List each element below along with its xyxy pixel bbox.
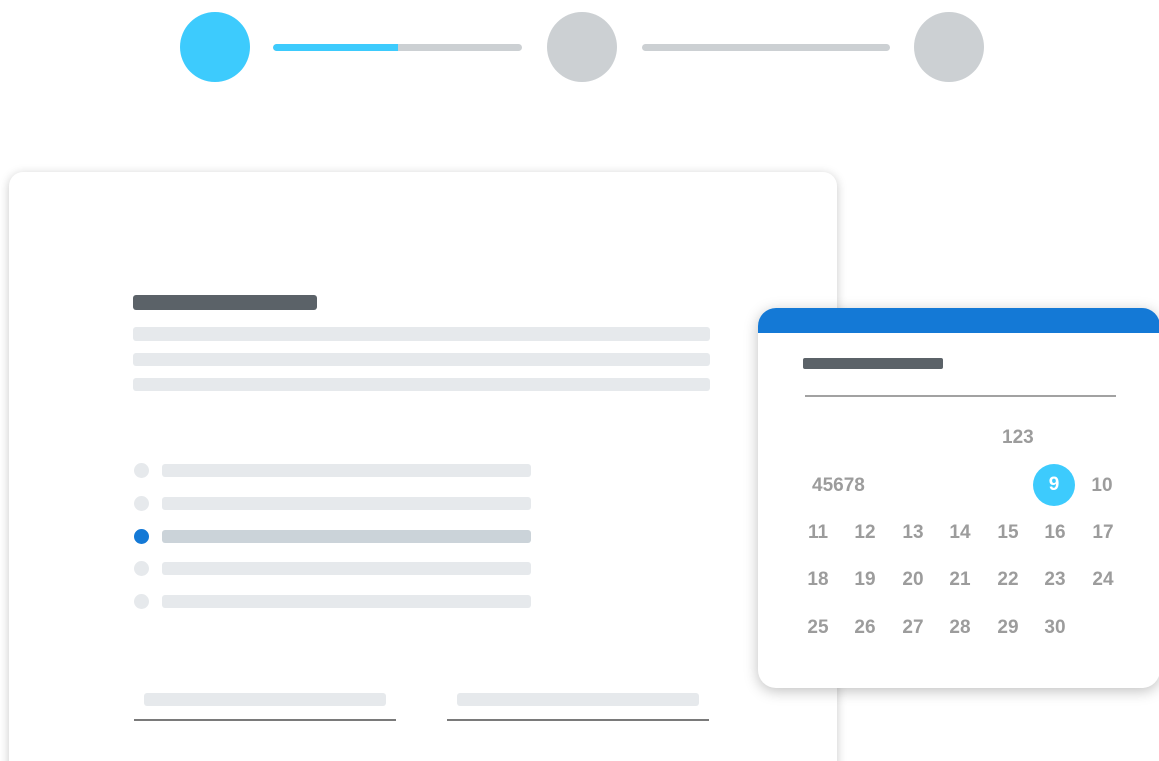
- calendar-day[interactable]: 30: [1035, 617, 1075, 639]
- calendar-day[interactable]: 28: [940, 617, 980, 639]
- form-title-placeholder: [133, 295, 317, 310]
- calendar-day[interactable]: 27: [893, 617, 933, 639]
- onboarding-illustration: 123 45678 9 10 11 12 13 14 15 16 17 18 1…: [0, 0, 1159, 761]
- input-underline: [134, 719, 396, 721]
- calendar-day[interactable]: 23: [1035, 569, 1075, 591]
- calendar-day-selected[interactable]: 9: [1033, 464, 1075, 506]
- input-placeholder: [144, 693, 386, 706]
- calendar-day[interactable]: 26: [845, 617, 885, 639]
- radio-button-selected[interactable]: [134, 529, 149, 544]
- calendar-day[interactable]: 15: [988, 522, 1028, 544]
- calendar-day[interactable]: 12: [845, 522, 885, 544]
- radio-button[interactable]: [134, 463, 149, 478]
- calendar-day[interactable]: 18: [798, 569, 838, 591]
- calendar-popup: 123 45678 9 10 11 12 13 14 15 16 17 18 1…: [758, 308, 1159, 688]
- input-underline: [447, 719, 709, 721]
- calendar-first-row-days[interactable]: 123: [1002, 427, 1034, 449]
- step-2-connector: [642, 44, 890, 51]
- radio-button[interactable]: [134, 496, 149, 511]
- calendar-day[interactable]: 10: [1082, 475, 1122, 497]
- step-1-connector-progress: [273, 44, 398, 51]
- radio-button[interactable]: [134, 561, 149, 576]
- step-3-indicator[interactable]: [914, 12, 984, 82]
- calendar-second-row-days[interactable]: 45678: [812, 475, 865, 497]
- calendar-header: [758, 308, 1159, 333]
- radio-option-label-placeholder: [162, 595, 531, 608]
- input-placeholder: [457, 693, 699, 706]
- step-2-indicator[interactable]: [547, 12, 617, 82]
- radio-option-label-placeholder: [162, 530, 531, 543]
- paragraph-line-placeholder: [133, 327, 710, 341]
- calendar-month-title-placeholder: [803, 358, 943, 369]
- paragraph-line-placeholder: [133, 353, 710, 366]
- calendar-day[interactable]: 17: [1083, 522, 1123, 544]
- calendar-day[interactable]: 19: [845, 569, 885, 591]
- step-1-connector: [273, 44, 522, 51]
- calendar-day[interactable]: 11: [798, 522, 838, 544]
- calendar-divider: [805, 395, 1116, 397]
- paragraph-line-placeholder: [133, 378, 710, 391]
- radio-option-label-placeholder: [162, 562, 531, 575]
- calendar-day[interactable]: 25: [798, 617, 838, 639]
- calendar-day[interactable]: 13: [893, 522, 933, 544]
- calendar-day[interactable]: 20: [893, 569, 933, 591]
- form-card: [9, 172, 837, 761]
- radio-option-label-placeholder: [162, 464, 531, 477]
- calendar-day[interactable]: 29: [988, 617, 1028, 639]
- calendar-day[interactable]: 24: [1083, 569, 1123, 591]
- calendar-day[interactable]: 16: [1035, 522, 1075, 544]
- radio-button[interactable]: [134, 594, 149, 609]
- calendar-day[interactable]: 14: [940, 522, 980, 544]
- radio-option-label-placeholder: [162, 497, 531, 510]
- calendar-day[interactable]: 21: [940, 569, 980, 591]
- step-1-indicator[interactable]: [180, 12, 250, 82]
- calendar-day[interactable]: 22: [988, 569, 1028, 591]
